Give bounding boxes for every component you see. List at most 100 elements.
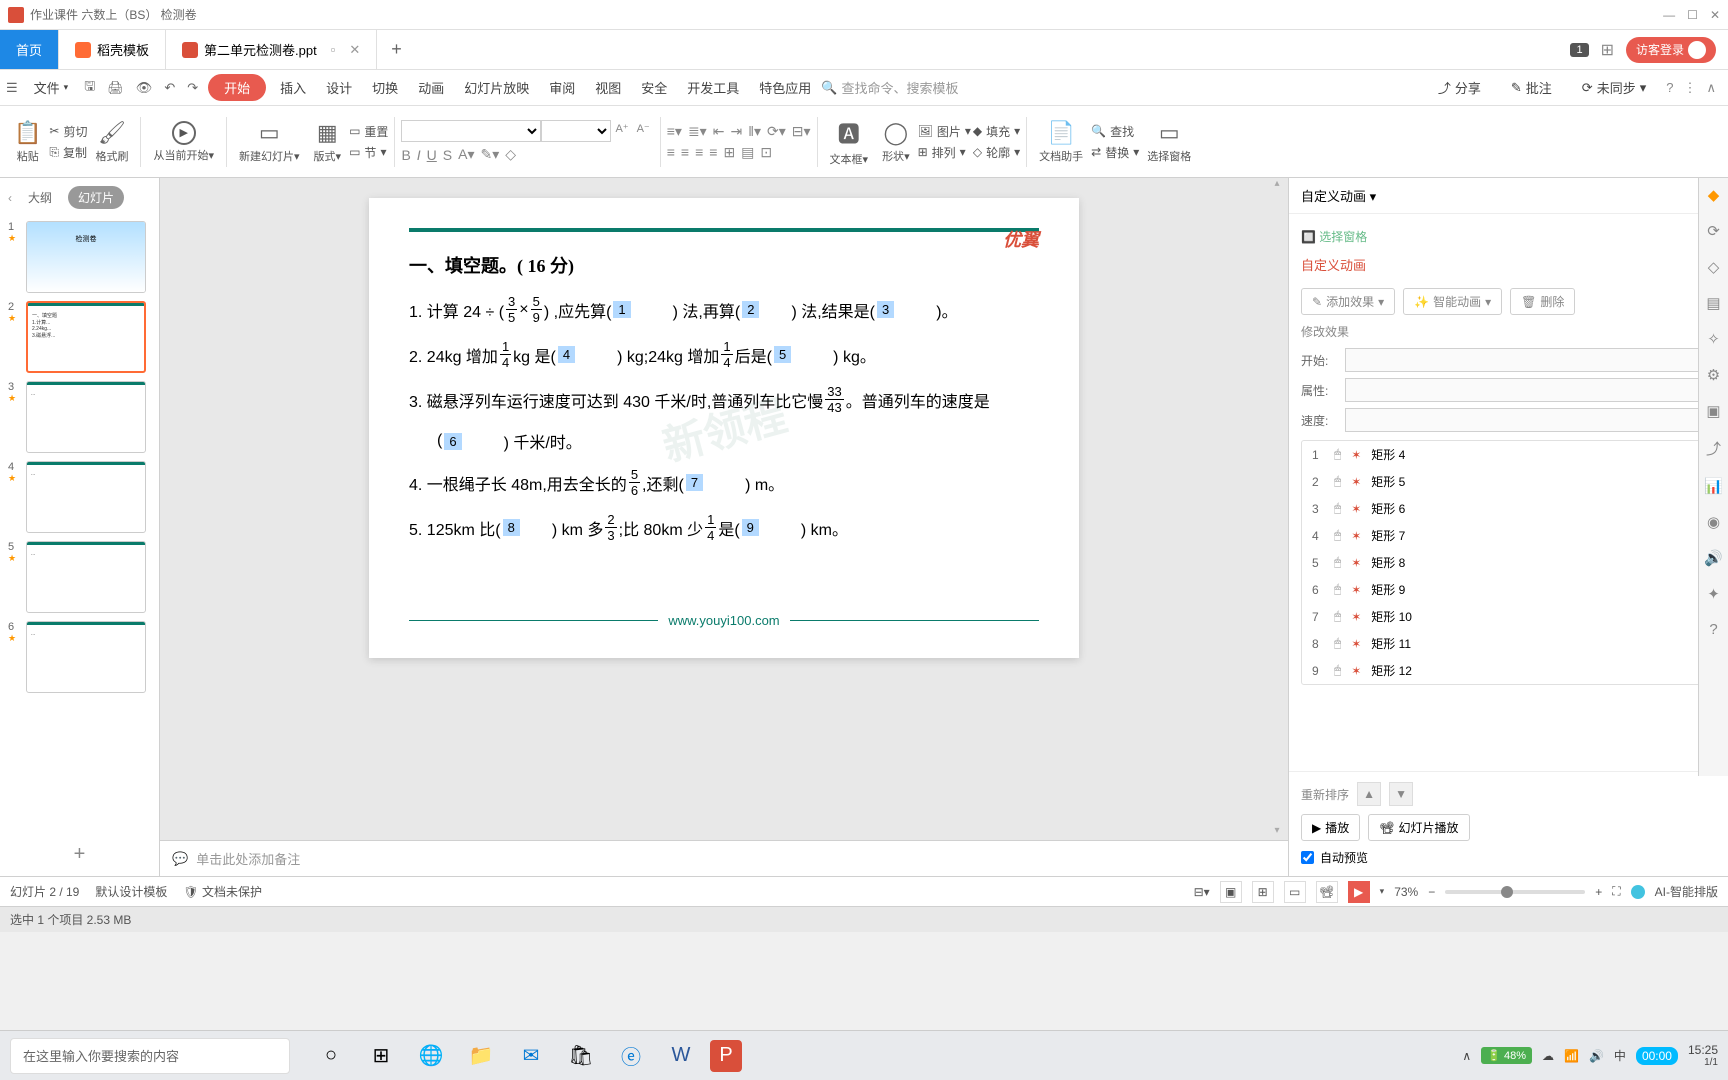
anim-item-4[interactable]: 4🖱✶矩形 7 bbox=[1302, 522, 1715, 549]
add-slide-button[interactable]: + bbox=[0, 833, 159, 876]
indent-decrease-icon[interactable]: ⇤ bbox=[713, 123, 725, 140]
start-input[interactable] bbox=[1345, 348, 1716, 372]
slide-thumb-5[interactable]: 5★ ... bbox=[8, 541, 151, 613]
scroll-up-icon[interactable]: ▴ bbox=[1274, 178, 1279, 189]
zoom-in-button[interactable]: + bbox=[1595, 885, 1602, 899]
fill-button[interactable]: ◆ 填充▾ bbox=[973, 123, 1020, 140]
add-effect-button[interactable]: ✎ 添加效果 ▾ bbox=[1301, 288, 1395, 315]
layout-group[interactable]: ▦ 版式▾ bbox=[308, 112, 348, 172]
paste-group[interactable]: 📋 粘贴 bbox=[8, 112, 47, 172]
menu-design[interactable]: 设计 bbox=[316, 78, 362, 97]
side-icon-7[interactable]: ▣ bbox=[1706, 402, 1720, 420]
side-icon-9[interactable]: 📊 bbox=[1704, 477, 1723, 495]
strikethrough-icon[interactable]: S bbox=[443, 147, 452, 163]
side-icon-11[interactable]: 🔊 bbox=[1704, 549, 1723, 567]
tab-close-icon[interactable]: ✕ bbox=[349, 42, 360, 58]
answer-blank-8[interactable]: 8 bbox=[503, 519, 520, 536]
bullets-icon[interactable]: ≡▾ bbox=[667, 123, 682, 140]
outline-button[interactable]: ◇ 轮廓▾ bbox=[973, 144, 1020, 161]
wifi-icon[interactable]: 📶 bbox=[1564, 1049, 1579, 1063]
autopreview-checkbox[interactable] bbox=[1301, 851, 1314, 864]
textbox-group[interactable]: 🅰 文本框▾ bbox=[824, 112, 875, 172]
notes-view-button[interactable]: 📽 bbox=[1316, 881, 1338, 903]
clock-date[interactable]: 1/1 bbox=[1688, 1057, 1718, 1068]
ime-indicator[interactable]: 中 bbox=[1614, 1047, 1626, 1064]
menu-animation[interactable]: 动画 bbox=[408, 78, 454, 97]
mail-icon[interactable]: ✉ bbox=[510, 1035, 552, 1077]
anim-item-8[interactable]: 8🖱✶矩形 11 bbox=[1302, 630, 1715, 657]
answer-blank-4[interactable]: 4 bbox=[558, 346, 575, 363]
slides-list[interactable]: 1★ 检测卷 2★ 一、填空题1.计算...2.24kg...3.磁悬浮... … bbox=[0, 217, 159, 833]
ie-icon[interactable]: ⓔ bbox=[610, 1035, 652, 1077]
align-right-icon[interactable]: ≡ bbox=[695, 144, 703, 160]
bold-icon[interactable]: B bbox=[401, 147, 410, 163]
anim-item-6[interactable]: 6🖱✶矩形 9 bbox=[1302, 576, 1715, 603]
property-input[interactable] bbox=[1345, 378, 1716, 402]
anim-item-9[interactable]: 9🖱✶矩形 12 bbox=[1302, 657, 1715, 684]
animation-list[interactable]: 1🖱✶矩形 4 2🖱✶矩形 5 3🖱✶矩形 6 4🖱✶矩形 7 5🖱✶矩形 8 … bbox=[1301, 440, 1716, 685]
annotate-button[interactable]: ✎ 批注 bbox=[1501, 78, 1562, 97]
slides-tab[interactable]: 幻灯片 bbox=[68, 186, 124, 209]
save-icon[interactable]: 🖫 bbox=[78, 77, 101, 99]
play-from-current[interactable]: ▶ 从当前开始▾ bbox=[147, 112, 220, 172]
side-icon-1[interactable]: ◆ bbox=[1708, 186, 1720, 204]
side-icon-13[interactable]: ? bbox=[1709, 621, 1717, 638]
doc-assist-group[interactable]: 📄 文档助手 bbox=[1033, 112, 1089, 172]
side-icon-2[interactable]: ⟳ bbox=[1707, 222, 1720, 240]
tray-up-icon[interactable]: ∧ bbox=[1462, 1049, 1471, 1063]
smart-animation-button[interactable]: ✨ 智能动画 ▾ bbox=[1403, 288, 1502, 315]
slide-thumb-6[interactable]: 6★ ... bbox=[8, 621, 151, 693]
notes-bar[interactable]: 💬 单击此处添加备注 bbox=[160, 840, 1288, 876]
align-text-icon[interactable]: ⊟▾ bbox=[792, 123, 811, 140]
tab-current-doc[interactable]: 第二单元检测卷.ppt ▫ ✕ bbox=[166, 30, 377, 69]
reading-view-button[interactable]: ▭ bbox=[1284, 881, 1306, 903]
explorer-icon[interactable]: 📁 bbox=[460, 1035, 502, 1077]
normal-view-button[interactable]: ▣ bbox=[1220, 881, 1242, 903]
move-down-button[interactable]: ▼ bbox=[1389, 782, 1413, 806]
slide-thumb-4[interactable]: 4★ ... bbox=[8, 461, 151, 533]
sync-button[interactable]: ⟳ 未同步 ▾ bbox=[1572, 78, 1656, 97]
clock-time[interactable]: 15:25 bbox=[1688, 1043, 1718, 1057]
underline-icon[interactable]: U bbox=[427, 147, 437, 163]
answer-blank-7[interactable]: 7 bbox=[686, 474, 703, 491]
speed-input[interactable] bbox=[1345, 408, 1716, 432]
protection-status[interactable]: 🛡 文档未保护 bbox=[183, 883, 262, 900]
anim-item-1[interactable]: 1🖱✶矩形 4 bbox=[1302, 441, 1715, 468]
anim-item-2[interactable]: 2🖱✶矩形 5 bbox=[1302, 468, 1715, 495]
side-icon-10[interactable]: ◉ bbox=[1707, 513, 1720, 531]
side-icon-12[interactable]: ✦ bbox=[1707, 585, 1720, 603]
distribute-icon[interactable]: ⊞ bbox=[723, 144, 735, 161]
line-spacing-icon[interactable]: ‖▾ bbox=[748, 123, 761, 140]
tab-menu-icon[interactable]: ▫ bbox=[331, 42, 336, 57]
select-pane-link[interactable]: 🔲 选择窗格 bbox=[1301, 224, 1716, 249]
tab-template[interactable]: 稻壳模板 bbox=[59, 30, 166, 69]
file-menu[interactable]: 文件 ▾ bbox=[24, 78, 79, 97]
side-icon-6[interactable]: ⚙ bbox=[1707, 366, 1720, 384]
italic-icon[interactable]: I bbox=[417, 147, 421, 163]
volume-icon[interactable]: 🔊 bbox=[1589, 1049, 1604, 1063]
delete-button[interactable]: 🗑 删除 bbox=[1510, 288, 1575, 315]
answer-blank-9[interactable]: 9 bbox=[742, 519, 759, 536]
word-icon[interactable]: W bbox=[660, 1035, 702, 1077]
tab-home[interactable]: 首页 bbox=[0, 30, 59, 69]
side-icon-8[interactable]: ⤴ bbox=[1706, 438, 1721, 459]
indent-increase-icon[interactable]: ⇥ bbox=[730, 123, 742, 140]
maximize-button[interactable]: ☐ bbox=[1687, 8, 1698, 22]
menu-insert[interactable]: 插入 bbox=[270, 78, 316, 97]
menu-slideshow[interactable]: 幻灯片放映 bbox=[454, 78, 539, 97]
font-size-select[interactable] bbox=[541, 120, 611, 142]
side-icon-4[interactable]: ▤ bbox=[1706, 294, 1720, 312]
command-search[interactable]: 🔍 查找命令、搜索模板 bbox=[821, 78, 958, 97]
answer-blank-1[interactable]: 1 bbox=[613, 301, 630, 318]
menu-view[interactable]: 视图 bbox=[585, 78, 631, 97]
clear-format-icon[interactable]: ◇ bbox=[505, 146, 516, 163]
numbering-icon[interactable]: ≣▾ bbox=[688, 123, 707, 140]
help-icon[interactable]: ? bbox=[1666, 80, 1673, 95]
select-pane-group[interactable]: ▭ 选择窗格 bbox=[1141, 112, 1197, 172]
notification-badge[interactable]: 1 bbox=[1570, 43, 1588, 57]
text-direction-icon[interactable]: ⟳▾ bbox=[767, 123, 786, 140]
anim-item-3[interactable]: 3🖱✶矩形 6 bbox=[1302, 495, 1715, 522]
menu-developer[interactable]: 开发工具 bbox=[677, 78, 749, 97]
font-color-icon[interactable]: A▾ bbox=[458, 146, 474, 163]
menu-start[interactable]: 开始 bbox=[208, 74, 266, 101]
